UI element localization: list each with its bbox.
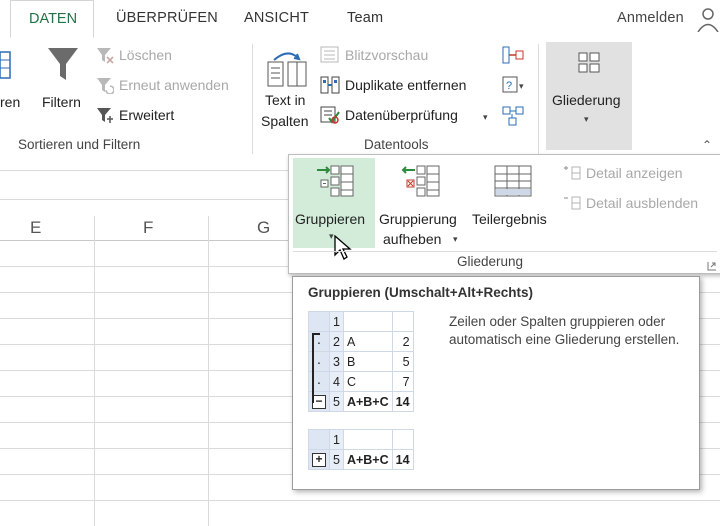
tab-ansicht[interactable]: ANSICHT [244,10,309,26]
sort-filter-group-label: Sortieren und Filtern [18,137,141,152]
expand-symbol: + [312,453,326,467]
ribbon-tab-bar: DATEN ÜBERPRÜFEN ANSICHT Team Anmelden [0,0,720,39]
what-if-analysis-icon[interactable]: ? ▾ [502,76,526,94]
group-label: Gruppieren [295,211,366,227]
mouse-cursor-icon [333,234,353,261]
tab-team[interactable]: Team [347,10,383,26]
data-validation-dropdown-icon[interactable]: ▾ [483,112,488,123]
ungroup-label-1: Gruppierung [379,211,457,227]
reapply-icon [96,76,115,95]
relationships-icon[interactable] [502,106,526,126]
tooltip-description: Zeilen oder Spalten gruppieren oder auto… [449,314,680,347]
outline-group-label: Gliederung [457,254,524,269]
filter-button[interactable]: Filtern [42,94,81,110]
tab-daten-label: DATEN [29,11,78,27]
outline-dropdown-panel: Gruppieren ▾ Gruppierung aufheben ▾ Teil… [288,154,720,274]
datatools-group-label: Datentools [364,137,429,152]
flash-fill-icon [320,46,340,64]
ungroup-label-2: aufheben [383,231,442,247]
sort-icon[interactable] [0,50,12,80]
column-header-e[interactable]: E [30,218,41,238]
outline-icon [576,50,602,76]
filter-icon[interactable] [46,44,80,84]
ungroup-button[interactable]: Gruppierung aufheben ▾ [377,158,469,248]
user-icon[interactable] [697,6,719,33]
signin-link[interactable]: Anmelden [617,10,684,26]
flash-fill-button[interactable]: Blitzvorschau [345,47,428,63]
subtotal-label: Teilergebnis [472,211,547,227]
clear-button[interactable]: Löschen [119,47,172,63]
ungroup-icon [401,164,445,200]
grid-line [94,216,95,526]
group-bracket [312,333,320,403]
remove-duplicates-button[interactable]: Duplikate entfernen [345,77,466,93]
data-validation-icon [320,106,340,124]
dialog-launcher-icon[interactable] [707,258,717,271]
tooltip-group: Gruppieren (Umschalt+Alt+Rechts) 1 · 2 A 2 … [292,276,700,490]
show-detail-icon [563,165,581,181]
group-separator [538,44,539,154]
advanced-filter-icon [96,106,114,124]
collapse-ribbon-icon[interactable]: ⌃ [702,138,712,152]
svg-text:▾: ▾ [519,81,524,91]
reapply-button[interactable]: Erneut anwenden [119,77,229,93]
hide-detail-button[interactable]: Detail ausblenden [586,195,698,211]
column-header-g[interactable]: G [257,218,270,238]
remove-duplicates-icon [320,76,340,94]
outline-button[interactable]: Gliederung ▾ [546,42,632,150]
grid-line [208,216,209,526]
advanced-button[interactable]: Erweitert [119,107,174,123]
svg-text:?: ? [506,80,512,92]
show-detail-button[interactable]: Detail anzeigen [586,165,683,181]
outline-dropdown-icon: ▾ [584,114,589,124]
tooltip-title: Gruppieren (Umschalt+Alt+Rechts) [308,285,534,300]
outline-label: Gliederung [552,92,621,108]
group-icon [315,164,359,200]
data-validation-button[interactable]: Datenüberprüfung [345,107,458,123]
panel-separator [293,251,717,252]
group-separator [252,44,253,154]
subtotal-icon [493,164,533,200]
ribbon: ren Filtern Löschen Erneut anwenden Erwe… [0,38,720,157]
text-to-columns-label-1[interactable]: Text in [265,92,305,108]
consolidate-icon[interactable] [502,46,526,64]
tab-ueberpruefen[interactable]: ÜBERPRÜFEN [116,10,218,26]
text-to-columns-icon[interactable] [266,52,308,90]
clear-filter-icon [96,46,114,64]
hide-detail-icon [563,195,581,211]
text-to-columns-label-2[interactable]: Spalten [261,113,308,129]
column-header-f[interactable]: F [143,218,153,238]
ungroup-dropdown-icon: ▾ [453,234,458,244]
tab-daten[interactable]: DATEN [10,0,94,38]
subtotal-button[interactable]: Teilergebnis [469,158,557,248]
grid-line [0,500,720,501]
sort-button-label[interactable]: ren [0,94,20,110]
